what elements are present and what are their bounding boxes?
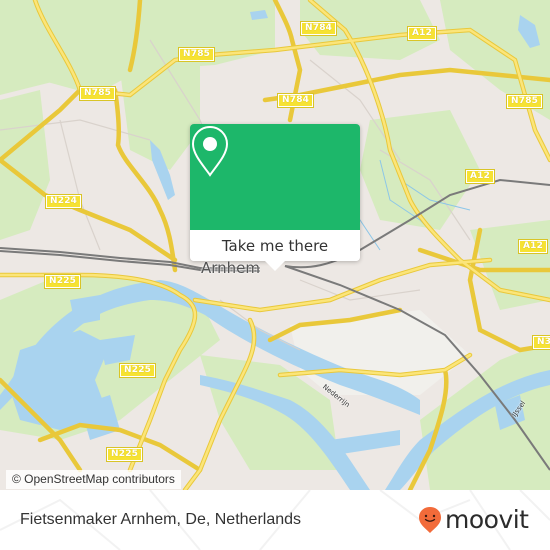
map-attribution[interactable]: © OpenStreetMap contributors [6, 470, 181, 489]
road-label: N785 [177, 47, 216, 62]
footer-bar: Fietsenmaker Arnhem, De, Netherlands moo… [0, 490, 550, 550]
location-popup: Take me there [190, 124, 360, 271]
lake [70, 295, 100, 325]
road-label: N784 [299, 21, 338, 36]
take-me-there-button[interactable]: Take me there [190, 230, 360, 261]
moovit-wordmark: moovit [445, 505, 529, 534]
road-label: N225 [43, 274, 82, 289]
road-label: N785 [78, 86, 117, 101]
road-label: N32 [532, 335, 550, 350]
road-label: N784 [276, 93, 315, 108]
moovit-logo[interactable]: moovit [418, 506, 529, 534]
road-label: N224 [44, 194, 83, 209]
city-label: Arnhem [201, 259, 261, 277]
place-name: Fietsenmaker Arnhem, De, Netherlands [20, 511, 302, 528]
map-view[interactable]: N785 N784 A12 N785 N784 N785 N224 A12 A1… [0, 0, 550, 490]
harbour [330, 430, 400, 455]
popup-pointer [265, 261, 285, 271]
road-label: A12 [406, 26, 438, 41]
road-label: N785 [505, 94, 544, 109]
road-label: N225 [105, 447, 144, 462]
road-label: A12 [464, 169, 496, 184]
popup-header [190, 124, 360, 230]
road-label: A12 [517, 239, 549, 254]
road-label: N225 [118, 363, 157, 378]
moovit-smile-pin-icon [419, 507, 441, 533]
map-pin-icon [191, 125, 229, 177]
